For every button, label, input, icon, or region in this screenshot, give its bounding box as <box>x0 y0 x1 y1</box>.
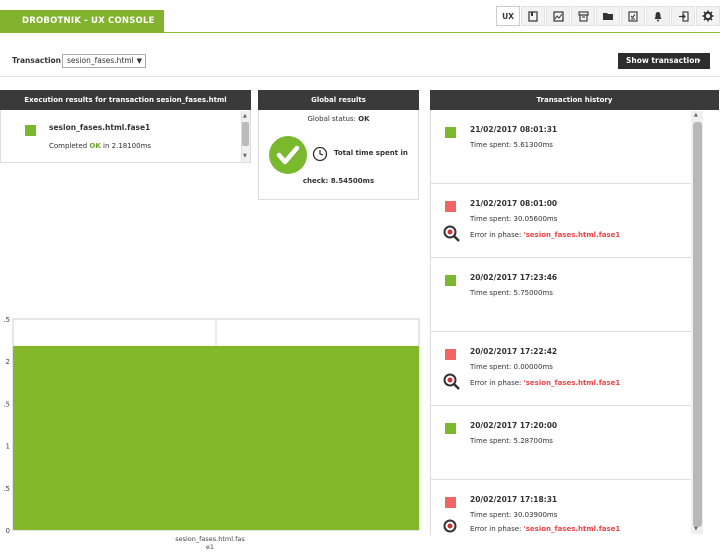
magnifier-icon[interactable] <box>443 373 461 391</box>
error-phase: 'sesion_fases.html.fase1 <box>523 379 621 387</box>
history-date: 20/02/2017 17:23:46 <box>470 273 558 282</box>
history-time: Time spent: 30.03900ms <box>470 511 558 519</box>
history-error: Error in phase: 'sesion_fases.html.fase1 <box>470 231 620 239</box>
bookmark-button[interactable] <box>521 6 545 26</box>
status-error-icon <box>445 201 456 212</box>
global-status-label: Global status: <box>307 115 356 123</box>
execution-item-name: sesion_fases.html.fase1 <box>49 123 151 132</box>
history-scroll-thumb[interactable] <box>693 122 702 527</box>
bookmark-icon <box>528 10 538 22</box>
ux-label: UX <box>502 11 514 21</box>
login-icon <box>678 10 689 22</box>
settings-button[interactable] <box>696 6 720 26</box>
app-header: DROBOTNIK - UX CONSOLE UX <box>0 0 720 33</box>
history-time: Time spent: 5.28700ms <box>470 437 553 445</box>
bell-button[interactable] <box>646 6 670 26</box>
clock-icon <box>312 146 328 162</box>
y-tick-label: 2 <box>6 358 10 366</box>
y-tick-label: 1 <box>6 443 10 451</box>
history-panel-header: Transaction history <box>430 90 719 110</box>
global-status-value: OK <box>358 115 370 123</box>
archive-button[interactable] <box>571 6 595 26</box>
global-status: Global status: OK <box>258 115 419 123</box>
toolbar: UX <box>496 6 720 26</box>
execution-scroll-thumb[interactable] <box>242 122 249 146</box>
bar[interactable] <box>13 345 419 530</box>
transaction-select[interactable]: sesion_fases.html ▼ <box>62 54 146 68</box>
status-prefix: Completed <box>49 142 88 150</box>
status-ok-icon <box>445 127 456 138</box>
transaction-label: Transaction <box>12 56 62 65</box>
brand-tab[interactable]: DROBOTNIK - UX CONSOLE <box>0 10 164 33</box>
chevron-down-icon: ▼ <box>136 57 142 65</box>
global-panel-header: Global results <box>258 90 419 110</box>
history-item[interactable]: 20/02/2017 17:23:46 Time spent: 5.75000m… <box>431 259 691 332</box>
scroll-down-icon[interactable]: ▼ <box>694 526 698 532</box>
history-date: 21/02/2017 08:01:31 <box>470 125 558 134</box>
checklist-icon <box>628 10 638 22</box>
status-error-icon <box>445 349 456 360</box>
chart-button[interactable] <box>546 6 570 26</box>
y-tick-label: 0 <box>6 527 10 535</box>
history-item[interactable]: 20/02/2017 17:20:00 Time spent: 5.28700m… <box>431 407 691 480</box>
history-item[interactable]: 20/02/2017 17:18:31 Time spent: 30.03900… <box>431 481 691 535</box>
history-date: 20/02/2017 17:22:42 <box>470 347 558 356</box>
transaction-bar: Transaction sesion_fases.html ▼ <box>0 45 720 77</box>
ux-button[interactable]: UX <box>496 6 520 26</box>
history-item[interactable]: 21/02/2017 08:01:00 Time spent: 30.05600… <box>431 185 691 258</box>
status-ok-text: OK <box>89 142 101 150</box>
magnifier-icon[interactable] <box>443 519 461 535</box>
error-phase: 'sesion_fases.html.fase1 <box>523 525 621 533</box>
history-date: 21/02/2017 08:01:00 <box>470 199 558 208</box>
chart-icon <box>552 10 564 22</box>
status-ok-icon <box>445 275 456 286</box>
execution-item-status: Completed OK in 2.18100ms <box>49 142 151 150</box>
history-time: Time spent: 5.75000ms <box>470 289 553 297</box>
chevron-right-icon: › <box>697 56 701 66</box>
bell-icon <box>654 11 662 21</box>
history-time: Time spent: 30.05600ms <box>470 215 558 223</box>
status-error-icon <box>445 497 456 508</box>
history-time: Time spent: 0.00000ms <box>470 363 553 371</box>
login-button[interactable] <box>671 6 695 26</box>
folder-button[interactable] <box>596 6 620 26</box>
history-error: Error in phase: 'sesion_fases.html.fase1 <box>470 525 620 533</box>
x-tick-label: e1 <box>206 543 214 551</box>
execution-panel-header: Execution results for transaction sesion… <box>0 90 251 110</box>
execution-panel <box>0 110 251 163</box>
history-time: Time spent: 5.61300ms <box>470 141 553 149</box>
show-transaction-button[interactable]: Show transaction › <box>618 53 710 69</box>
check-circle-icon <box>269 136 307 174</box>
history-error: Error in phase: 'sesion_fases.html.fase1 <box>470 379 620 387</box>
x-tick-label: sesion_fases.html.fas <box>175 535 245 543</box>
scroll-down-icon[interactable]: ▼ <box>243 153 247 159</box>
error-label: Error in phase: <box>470 525 522 533</box>
checklist-button[interactable] <box>621 6 645 26</box>
history-date: 20/02/2017 17:18:31 <box>470 495 558 504</box>
bar-chart: .5 2 .5 1 .5 0 sesion_fases.html.fase1 <box>3 316 420 551</box>
gear-icon <box>702 10 714 22</box>
archive-icon <box>577 10 589 22</box>
error-label: Error in phase: <box>470 231 522 239</box>
history-date: 20/02/2017 17:20:00 <box>470 421 558 430</box>
global-check-time: check: 8.54500ms <box>302 177 375 185</box>
status-ok-icon <box>445 423 456 434</box>
history-item[interactable]: 20/02/2017 17:22:42 Time spent: 0.00000m… <box>431 333 691 406</box>
error-label: Error in phase: <box>470 379 522 387</box>
y-tick-label: .5 <box>3 400 10 408</box>
y-tick-label: .5 <box>3 316 10 324</box>
transaction-select-value: sesion_fases.html <box>67 56 134 65</box>
scroll-up-icon[interactable]: ▲ <box>694 112 698 118</box>
error-phase: 'sesion_fases.html.fase1 <box>523 231 621 239</box>
status-suffix: in 2.18100ms <box>103 142 152 150</box>
y-tick-label: .5 <box>3 485 10 493</box>
status-ok-icon <box>25 125 36 136</box>
global-time-label: Total time spent in <box>334 149 408 157</box>
scroll-up-icon[interactable]: ▲ <box>243 113 247 119</box>
folder-icon <box>603 13 613 20</box>
show-transaction-label: Show transaction <box>626 56 700 65</box>
magnifier-icon[interactable] <box>443 225 461 243</box>
history-item[interactable]: 21/02/2017 08:01:31 Time spent: 5.61300m… <box>431 111 691 184</box>
